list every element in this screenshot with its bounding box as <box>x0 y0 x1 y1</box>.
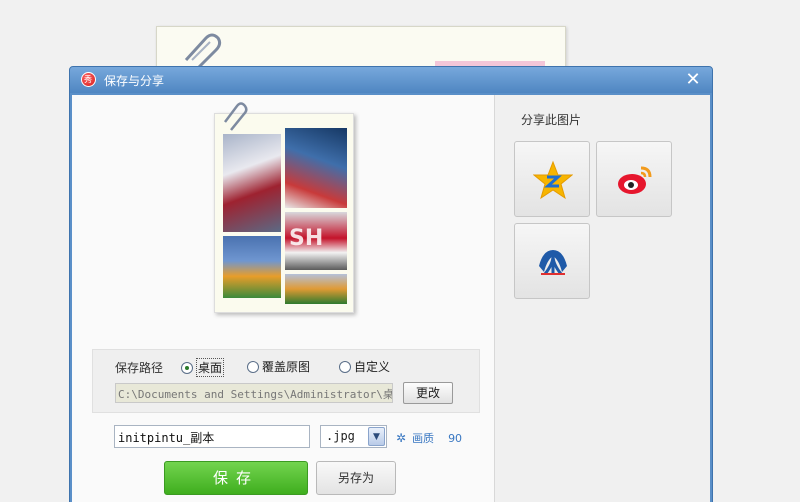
qzone-icon <box>533 160 573 200</box>
radio-desktop[interactable]: 桌面 <box>181 358 225 377</box>
collage-photo <box>285 128 347 208</box>
app-logo-icon: 秀 <box>81 72 96 87</box>
radio-overwrite-original[interactable]: 覆盖原图 <box>247 358 310 375</box>
paperclip-icon <box>184 33 222 70</box>
save-path-label: 保存路径 <box>115 361 164 375</box>
collage-photo <box>223 134 281 232</box>
save-path-field[interactable]: C:\Documents and Settings\Administrator\… <box>115 383 393 403</box>
share-renren-button[interactable] <box>514 223 590 299</box>
change-path-button[interactable]: 更改 <box>403 382 453 404</box>
radio-indicator <box>339 360 351 373</box>
title-bar[interactable]: 秀 保存与分享 ✕ <box>70 67 712 93</box>
file-extension-select[interactable]: .jpg ▼ <box>320 425 387 448</box>
collage-photo <box>285 274 347 304</box>
save-button[interactable]: 保存 <box>164 461 308 495</box>
share-weibo-button[interactable] <box>596 141 672 217</box>
save-as-button[interactable]: 另存为 <box>316 461 396 495</box>
radio-indicator <box>181 361 193 374</box>
close-button[interactable]: ✕ <box>682 69 704 91</box>
radio-custom[interactable]: 自定义 <box>339 358 390 375</box>
collage-photo: SH <box>285 212 347 270</box>
collage-photo <box>223 236 281 298</box>
gear-icon: ✲ <box>396 431 407 445</box>
share-qzone-button[interactable] <box>514 141 590 217</box>
radio-indicator <box>247 360 259 373</box>
renren-icon <box>539 250 567 275</box>
weibo-icon <box>618 166 652 194</box>
quality-setting[interactable]: ✲ 画质 90 <box>396 430 462 446</box>
save-pane: SH 保存路径 桌面 覆盖原图 自定义 C:\Documents and Set… <box>72 95 494 502</box>
dialog-title: 保存与分享 <box>104 74 165 88</box>
save-share-dialog: 秀 保存与分享 ✕ SH 保存路径 桌面 覆盖原图 自定义 C:\Documen… <box>69 66 713 502</box>
image-preview: SH <box>214 102 354 313</box>
save-path-panel: 保存路径 桌面 覆盖原图 自定义 C:\Documents and Settin… <box>92 349 480 413</box>
share-title: 分享此图片 <box>521 113 582 127</box>
share-pane: 分享此图片 <box>495 95 710 502</box>
chevron-down-icon: ▼ <box>368 427 385 446</box>
filename-input[interactable]: initpintu_副本 <box>114 425 310 448</box>
paperclip-icon <box>224 102 248 131</box>
dialog-content: SH 保存路径 桌面 覆盖原图 自定义 C:\Documents and Set… <box>72 95 710 502</box>
